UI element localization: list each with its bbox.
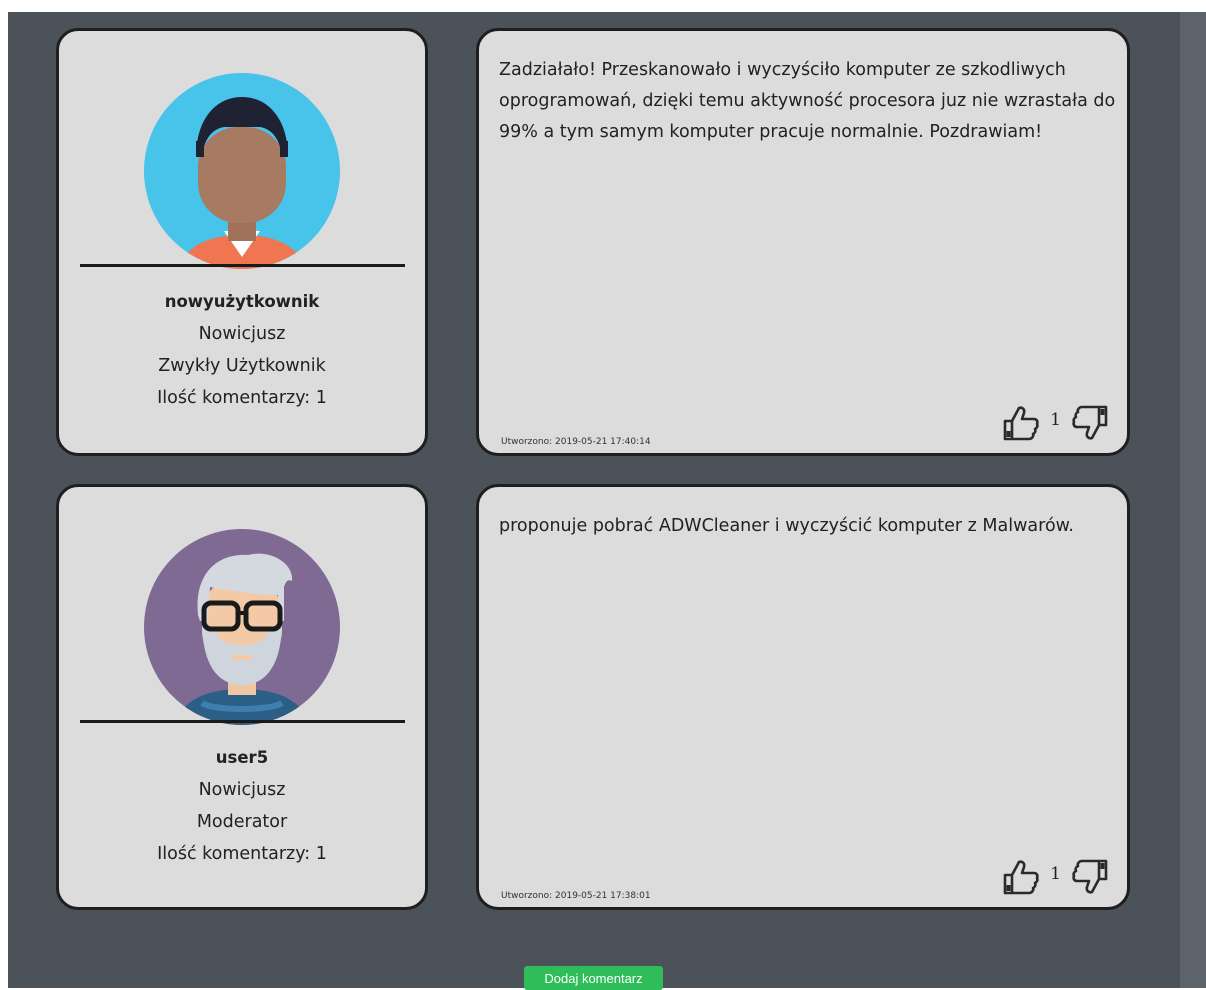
username[interactable]: user5 bbox=[59, 742, 425, 774]
user-card: nowyużytkownik Nowicjusz Zwykły Użytkown… bbox=[56, 28, 428, 456]
thumbs-up-icon[interactable] bbox=[1002, 405, 1040, 441]
divider bbox=[80, 264, 405, 267]
user-info: user5 Nowicjusz Moderator Ilość komentar… bbox=[59, 742, 425, 870]
vote-count: 1 bbox=[1050, 864, 1061, 884]
page-edge bbox=[0, 0, 8, 988]
comment-timestamp: Utworzono: 2019-05-21 17:38:01 bbox=[501, 891, 651, 901]
user-role: Moderator bbox=[196, 812, 288, 832]
divider bbox=[80, 720, 405, 723]
add-comment-button[interactable]: Dodaj komentarz bbox=[524, 966, 663, 990]
man-avatar-icon bbox=[144, 73, 340, 269]
comment-text: proponuje pobrać ADWCleaner i wyczyścić … bbox=[499, 516, 1074, 536]
vote-count: 1 bbox=[1050, 410, 1061, 430]
thumbs-up-icon[interactable] bbox=[1002, 859, 1040, 895]
old-man-avatar-icon bbox=[144, 529, 340, 725]
comment-text: Zadziałało! Przeskanowało i wyczyściło k… bbox=[499, 60, 1116, 142]
user-info: nowyużytkownik Nowicjusz Zwykły Użytkown… bbox=[59, 286, 425, 414]
username[interactable]: nowyużytkownik bbox=[59, 286, 425, 318]
comment-card: Zadziałało! Przeskanowało i wyczyściło k… bbox=[476, 28, 1130, 456]
comment-timestamp: Utworzono: 2019-05-21 17:40:14 bbox=[501, 437, 651, 447]
user-comment-count: Ilość komentarzy: 1 bbox=[157, 844, 327, 864]
vote-controls: 1 bbox=[1002, 859, 1109, 895]
comment-card: proponuje pobrać ADWCleaner i wyczyścić … bbox=[476, 484, 1130, 910]
user-role: Zwykły Użytkownik bbox=[158, 356, 326, 376]
user-card: user5 Nowicjusz Moderator Ilość komentar… bbox=[56, 484, 428, 910]
thumbs-down-icon[interactable] bbox=[1071, 859, 1109, 895]
user-comment-count: Ilość komentarzy: 1 bbox=[157, 388, 327, 408]
thumbs-down-icon[interactable] bbox=[1071, 405, 1109, 441]
vote-controls: 1 bbox=[1002, 405, 1109, 441]
user-rank: Nowicjusz bbox=[198, 324, 286, 344]
user-rank: Nowicjusz bbox=[198, 780, 286, 800]
scrollbar[interactable] bbox=[1180, 12, 1206, 988]
